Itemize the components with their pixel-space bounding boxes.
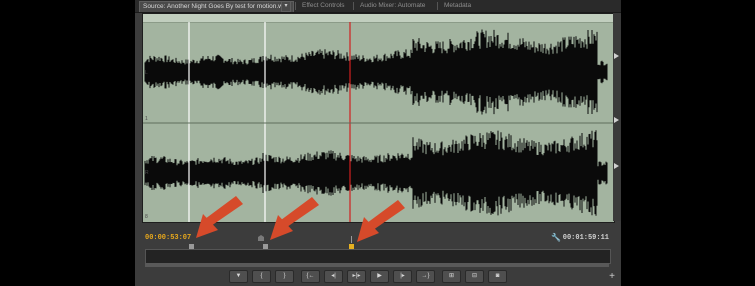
tab-separator (437, 2, 438, 10)
waveform-graphics (143, 22, 614, 222)
channel-label-right: R (145, 170, 149, 176)
overlay-button[interactable]: ⊟ (465, 270, 484, 283)
tab-menu-chevron-icon[interactable]: ▾ (281, 1, 291, 12)
go-to-out-button[interactable]: →} (416, 270, 435, 283)
audio-waveform-display[interactable]: L 1 R 8 (142, 13, 615, 223)
step-forward-button[interactable]: |▸ (393, 270, 412, 283)
duration-timecode: 00:01:59:11 (562, 234, 609, 242)
mark-out-button[interactable]: } (275, 270, 294, 283)
source-monitor-panel: Source: Another Night Goes By test for m… (135, 0, 621, 286)
add-button-icon[interactable]: + (609, 272, 615, 282)
channel-marker-label: 8 (145, 214, 148, 220)
scroll-arrow-icon[interactable] (614, 163, 619, 169)
vertical-scroll-strip[interactable] (613, 13, 621, 221)
play-button[interactable]: ▶ (370, 270, 389, 283)
scroll-arrow-icon[interactable] (614, 53, 619, 59)
settings-wrench-icon[interactable]: 🔧 (551, 233, 561, 242)
tab-metadata[interactable]: Metadata (441, 1, 474, 11)
tab-source[interactable]: Source: Another Night Goes By test for m… (139, 1, 294, 12)
waveform-left-channel (144, 29, 608, 115)
play-in-to-out-button[interactable]: ▸{▸ (347, 270, 366, 283)
insert-button[interactable]: ⊞ (442, 270, 461, 283)
mark-in-button[interactable]: { (252, 270, 271, 283)
mini-timeline-track[interactable] (145, 249, 611, 264)
tab-separator (353, 2, 354, 10)
go-to-in-button[interactable]: {← (301, 270, 320, 283)
channel-label-left: L (145, 70, 148, 76)
zoom-scroll-bar[interactable] (145, 263, 609, 267)
marker-shield-icon[interactable] (258, 235, 264, 241)
tab-audio-mixer[interactable]: Audio Mixer: Automate (357, 1, 428, 11)
export-frame-button[interactable]: ◙ (488, 270, 507, 283)
panel-tab-bar: Source: Another Night Goes By test for m… (135, 0, 621, 13)
tab-separator (295, 2, 296, 10)
in-point-timecode[interactable]: 00:00:53:07 (145, 234, 191, 242)
tab-effect-controls[interactable]: Effect Controls (299, 1, 348, 11)
set-marker-button[interactable]: ▼ (229, 270, 248, 283)
scroll-arrow-icon[interactable] (614, 117, 619, 123)
waveform-right-channel (144, 130, 608, 216)
channel-marker-label: 1 (145, 116, 148, 122)
step-back-button[interactable]: ◂| (324, 270, 343, 283)
